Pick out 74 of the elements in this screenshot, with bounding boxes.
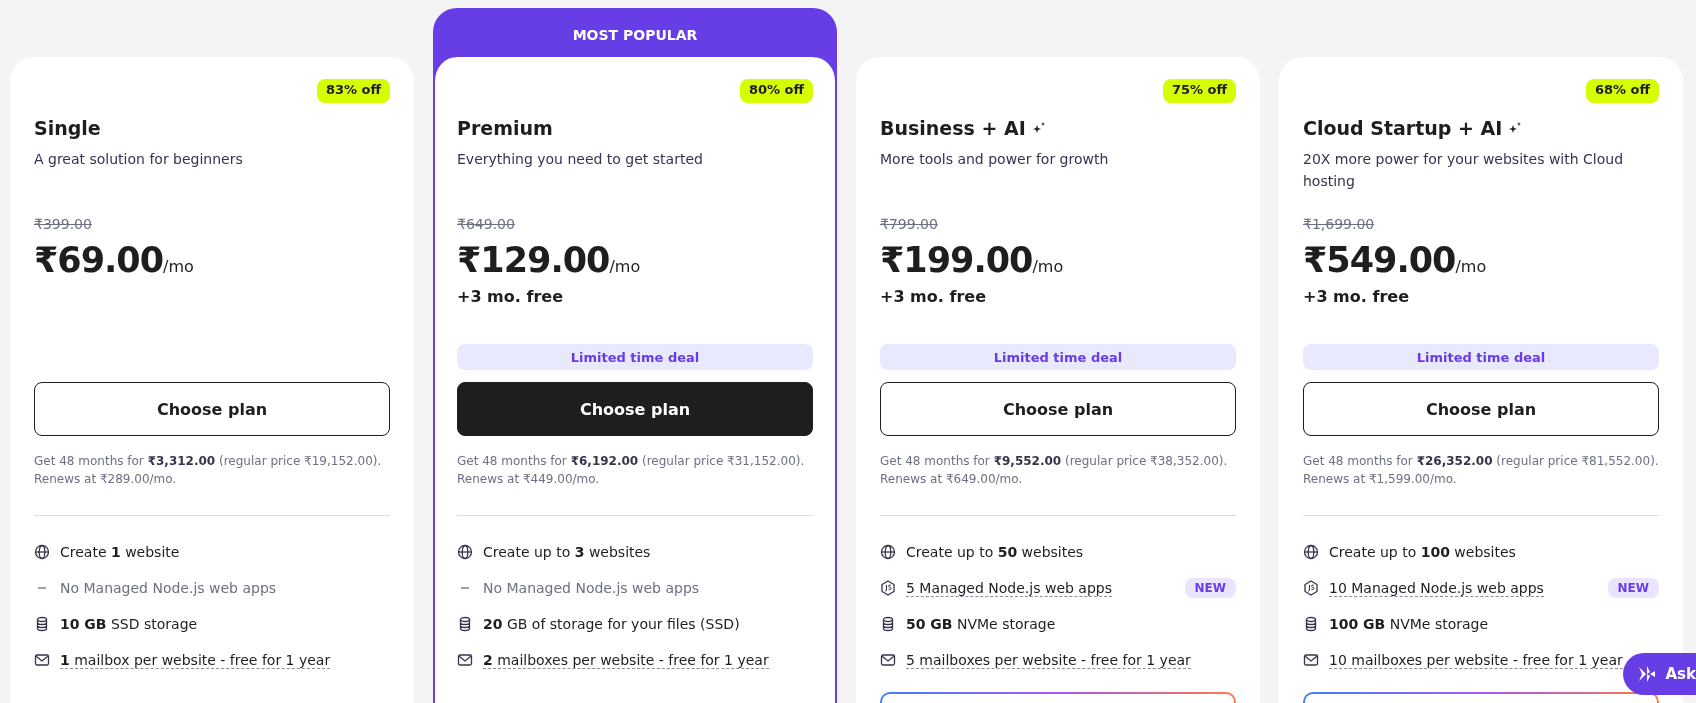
feature-text: 10 GB SSD storage — [60, 616, 198, 632]
database-icon — [457, 616, 473, 632]
feature-text: 100 GB NVMe storage — [1329, 616, 1489, 632]
plan-description: A great solution for beginners — [34, 150, 244, 169]
pricing-terms: Get 48 months for ₹6,192.00 (regular price ₹31,152.00). Renews at ₹449.00/mo. — [457, 453, 806, 488]
free-months-label: +3 mo. free — [457, 287, 563, 306]
feature-text: 5 Managed Node.js web apps — [906, 579, 1112, 597]
pricing-terms: Get 48 months for ₹26,352.00 (regular price ₹81,552.00). Renews at ₹1,599.00/mo. — [1303, 453, 1659, 488]
globe-icon — [457, 544, 473, 560]
limited-deal-banner: Limited time deal — [1303, 344, 1659, 370]
plan-price: ₹199.00 — [880, 240, 1033, 280]
choose-plan-button[interactable]: Choose plan — [457, 382, 813, 436]
nodejs-icon — [880, 580, 896, 596]
discount-badge: 83% off — [316, 79, 390, 103]
globe-icon — [34, 544, 50, 560]
price-period: /mo — [1032, 257, 1064, 276]
feature-text: 1 mailbox per website - free for 1 year — [60, 651, 331, 669]
plan-price: ₹69.00 — [34, 240, 164, 280]
feature-text: Create up to 100 websites — [1329, 544, 1516, 560]
globe-icon — [1303, 544, 1319, 560]
mail-icon — [457, 652, 473, 668]
most-popular-label: MOST POPULAR — [572, 27, 698, 43]
plan-title: Premium — [457, 117, 553, 139]
feature-text: Create 1 website — [60, 544, 180, 560]
price-period: /mo — [1455, 257, 1487, 276]
feature-text: 10 mailboxes per website - free for 1 year — [1329, 651, 1623, 669]
ask-assistant-button[interactable]: Ask — [1623, 653, 1696, 695]
nodejs-icon — [1303, 580, 1319, 596]
feature-text: Create up to 3 websites — [483, 544, 651, 560]
feature-text: 2 mailboxes per website - free for 1 year — [483, 651, 769, 669]
limited-deal-banner: Limited time deal — [880, 344, 1236, 370]
choose-plan-button[interactable]: Choose plan — [34, 382, 390, 436]
mail-icon — [34, 652, 50, 668]
database-icon — [880, 616, 896, 632]
plan-description: More tools and power for growth — [880, 150, 1110, 169]
feature-text: 50 GB NVMe storage — [906, 616, 1056, 632]
feature-text: 10 Managed Node.js web apps — [1329, 579, 1544, 597]
discount-badge: 75% off — [1162, 79, 1236, 103]
discount-badge: 68% off — [1585, 79, 1659, 103]
new-tag: NEW — [1184, 578, 1236, 598]
original-price: ₹399.00 — [34, 216, 93, 232]
feature-text: No Managed Node.js web apps — [60, 580, 277, 596]
feature-text: Create up to 50 websites — [906, 544, 1084, 560]
globe-icon — [880, 544, 896, 560]
feature-text: 20 GB of storage for your files (SSD) — [483, 616, 740, 632]
plan-description: Everything you need to get started — [457, 150, 704, 169]
choose-plan-button[interactable]: Choose plan — [880, 382, 1236, 436]
original-price: ₹1,699.00 — [1303, 216, 1376, 232]
choose-plan-button[interactable]: Choose plan — [1303, 382, 1659, 436]
database-icon — [1303, 616, 1319, 632]
original-price: ₹649.00 — [457, 216, 516, 232]
mail-icon — [1303, 652, 1319, 668]
free-months-label: +3 mo. free — [880, 287, 986, 306]
assistant-icon — [1637, 664, 1658, 684]
feature-text: No Managed Node.js web apps — [483, 580, 700, 596]
plan-title: Cloud Startup + AI — [1303, 117, 1503, 139]
plan-title: Single — [34, 117, 101, 139]
plan-description: 20X more power for your websites with Cloud hosting — [1303, 150, 1625, 191]
free-months-label: +3 mo. free — [1303, 287, 1409, 306]
price-period: /mo — [163, 257, 194, 276]
feature-text: 5 mailboxes per website - free for 1 year — [906, 651, 1191, 669]
limited-deal-banner: Limited time deal — [457, 344, 813, 370]
plan-title: Business + AI — [880, 117, 1026, 139]
plan-price: ₹549.00 — [1303, 240, 1456, 280]
discount-badge: 80% off — [739, 79, 813, 103]
sparkle-icon — [1508, 121, 1523, 135]
mail-icon — [880, 652, 896, 668]
pricing-terms: Get 48 months for ₹3,312.00 (regular price ₹19,152.00). Renews at ₹289.00/mo. — [34, 453, 383, 488]
pricing-terms: Get 48 months for ₹9,552.00 (regular price ₹38,352.00). Renews at ₹649.00/mo. — [880, 453, 1229, 488]
price-period: /mo — [609, 257, 641, 276]
plan-price: ₹129.00 — [457, 240, 610, 280]
database-icon — [34, 616, 50, 632]
new-tag: NEW — [1607, 578, 1659, 598]
original-price: ₹799.00 — [880, 216, 939, 232]
